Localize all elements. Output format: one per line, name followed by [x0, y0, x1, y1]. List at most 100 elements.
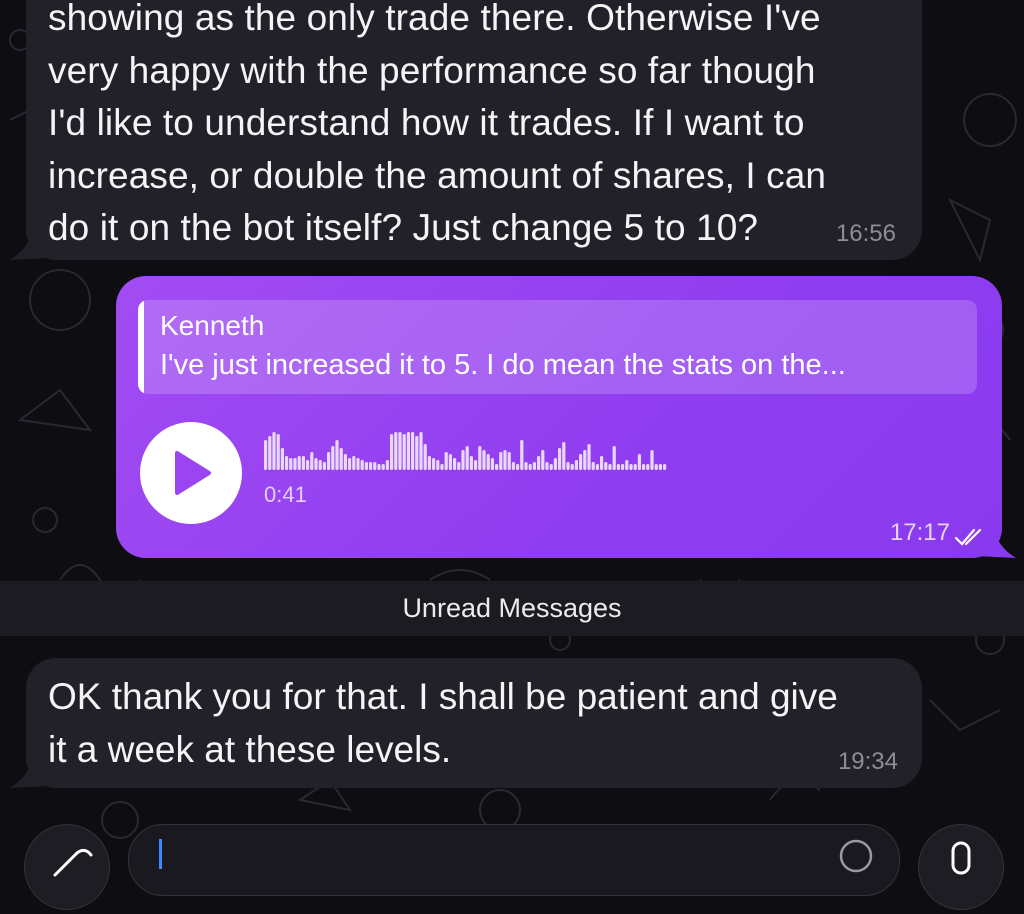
waveform-bar: [339, 448, 343, 470]
outgoing-voice-message[interactable]: Kenneth I've just increased it to 5. I d…: [116, 276, 1002, 558]
waveform-bar: [633, 464, 637, 470]
waveform-bar: [490, 458, 494, 470]
message-input[interactable]: [128, 824, 900, 896]
waveform-bar: [516, 464, 520, 470]
waveform-bar: [650, 450, 654, 470]
waveform-bar: [663, 464, 667, 470]
message-line: it a week at these levels.: [48, 729, 452, 770]
message-composer: [0, 812, 1024, 910]
waveform-bar: [457, 462, 461, 470]
message-line: showing as the only trade there. Otherwi…: [48, 0, 821, 38]
message-line: I'd like to understand how it trades. If…: [48, 102, 805, 143]
sticker-icon[interactable]: [837, 837, 875, 875]
double-check-icon: [954, 528, 982, 546]
play-button[interactable]: [140, 422, 242, 524]
waveform-bar: [549, 464, 553, 470]
text-cursor: [159, 839, 162, 869]
waveform-bar: [415, 436, 419, 470]
waveform-bar: [335, 440, 339, 470]
waveform-bar: [541, 450, 545, 470]
waveform-bar: [364, 462, 368, 470]
reply-quote: I've just increased it to 5. I do mean t…: [160, 349, 846, 381]
waveform-bar: [482, 450, 486, 470]
waveform-bar: [478, 446, 482, 470]
waveform-bar: [423, 444, 427, 470]
reply-preview[interactable]: Kenneth I've just increased it to 5. I d…: [138, 300, 977, 394]
waveform-bar: [280, 448, 284, 470]
waveform-bar: [381, 464, 385, 470]
message-line: do it on the bot itself? Just change 5 t…: [48, 207, 759, 248]
incoming-message[interactable]: OK thank you for that. I shall be patien…: [26, 658, 922, 788]
message-line: OK thank you for that. I shall be patien…: [48, 676, 838, 717]
waveform-bar: [587, 444, 591, 470]
message-line: very happy with the performance so far t…: [48, 49, 816, 91]
message-timestamp: 16:56: [835, 220, 896, 247]
microphone-icon: [951, 841, 971, 875]
waveform-bar: [608, 464, 612, 470]
voice-duration: 0:41: [264, 482, 307, 507]
waveform-bar: [654, 464, 658, 470]
waveform-bar: [369, 462, 373, 470]
message-text: showing as the only trade there. Otherwi…: [48, 0, 898, 255]
waveform-bar: [637, 454, 641, 470]
reply-author: Kenneth: [160, 310, 265, 341]
incoming-message[interactable]: showing as the only trade there. Otherwi…: [26, 0, 922, 260]
waveform-bar: [318, 460, 322, 470]
reply-accent-bar: [138, 300, 144, 394]
waveform-bar: [293, 458, 297, 470]
waveform-bar: [503, 450, 507, 470]
waveform-bar: [495, 464, 499, 470]
attach-button[interactable]: [24, 824, 110, 910]
waveform-bar: [528, 464, 532, 470]
waveform-bar: [322, 462, 326, 470]
divider-label: Unread Messages: [402, 593, 622, 623]
waveform-bar: [574, 460, 578, 470]
waveform-bar: [331, 446, 335, 470]
waveform-bar: [356, 458, 360, 470]
waveform-bar: [604, 462, 608, 470]
waveform-bar: [616, 464, 620, 470]
paperclip-icon: [53, 848, 93, 877]
voice-waveform[interactable]: [264, 432, 964, 472]
waveform-bar: [474, 460, 478, 470]
waveform-bar: [545, 462, 549, 470]
waveform-bar: [276, 434, 280, 470]
waveform-bar: [511, 462, 515, 470]
waveform-bar: [444, 452, 448, 470]
waveform-bar: [427, 456, 431, 470]
waveform-bar: [453, 458, 457, 470]
waveform-bar: [360, 460, 364, 470]
waveform-bar: [553, 458, 557, 470]
waveform-bar: [621, 464, 625, 470]
waveform-bar: [595, 464, 599, 470]
waveform-bar: [537, 456, 541, 470]
message-text: OK thank you for that. I shall be patien…: [48, 670, 908, 776]
waveform-bar: [499, 452, 503, 470]
waveform-bar: [285, 456, 289, 470]
microphone-button[interactable]: [918, 824, 1004, 910]
waveform-bar: [507, 452, 511, 470]
waveform-bar: [406, 432, 410, 470]
waveform-bar: [486, 454, 490, 470]
waveform-bar: [402, 434, 406, 470]
waveform-bar: [436, 460, 440, 470]
waveform-bar: [625, 460, 629, 470]
waveform-bar: [658, 464, 662, 470]
waveform-bar: [272, 432, 276, 470]
waveform-bar: [646, 464, 650, 470]
message-timestamp: 17:17: [889, 519, 950, 546]
message-line: increase, or double the amount of shares…: [48, 154, 827, 196]
waveform-bar: [520, 440, 524, 470]
waveform-bar: [465, 446, 469, 470]
waveform-bar: [377, 464, 381, 470]
waveform-bar: [432, 458, 436, 470]
waveform-bar: [579, 454, 583, 470]
waveform-bar: [612, 446, 616, 470]
waveform-bar: [440, 464, 444, 470]
waveform-bar: [570, 464, 574, 470]
waveform-bar: [629, 464, 633, 470]
waveform-bar: [566, 462, 570, 470]
waveform-bar: [600, 456, 604, 470]
waveform-bar: [558, 448, 562, 470]
waveform-bar: [385, 460, 389, 470]
